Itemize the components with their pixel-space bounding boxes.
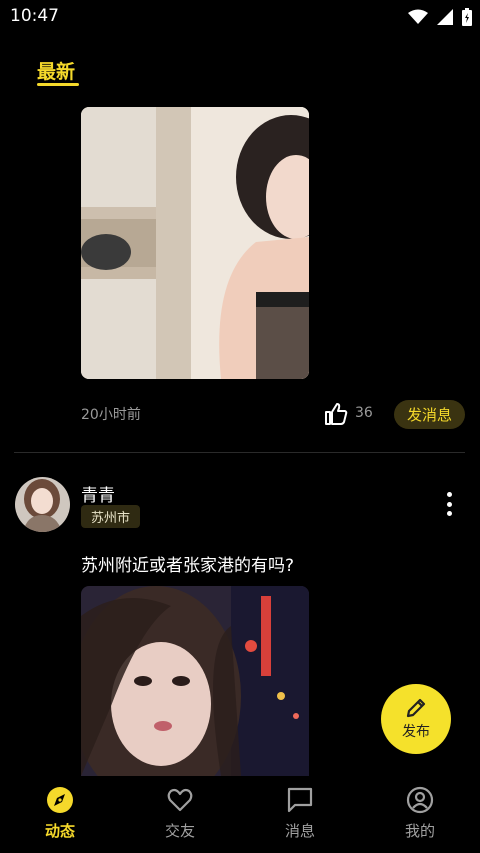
status-icons [408, 8, 472, 26]
nav-label: 消息 [284, 822, 315, 840]
post-image[interactable] [81, 107, 309, 379]
wifi-icon [408, 9, 428, 24]
more-dot-icon [446, 501, 452, 507]
nav-item-messages[interactable]: 消息 [240, 776, 360, 853]
bottom-nav: 动态 交友 消息 我的 [0, 776, 480, 853]
nav-label: 动态 [44, 822, 75, 840]
heart-icon [167, 788, 193, 812]
battery-icon [462, 8, 472, 26]
profile-icon [406, 786, 434, 814]
avatar[interactable] [15, 477, 70, 532]
like-button[interactable] [324, 402, 348, 426]
status-time: 10:47 [10, 6, 59, 26]
signal-icon [437, 9, 453, 25]
status-bar: 10:47 [0, 0, 480, 34]
nav-label: 交友 [164, 822, 195, 840]
more-dot-icon [446, 511, 452, 516]
username[interactable]: 青青 [81, 481, 115, 506]
nav-item-profile[interactable]: 我的 [360, 776, 480, 853]
thumbs-up-icon [325, 403, 348, 425]
divider [14, 452, 465, 453]
send-message-button[interactable]: 发消息 [394, 400, 465, 429]
nav-item-dynamics[interactable]: 动态 [0, 776, 120, 853]
compass-icon [47, 787, 73, 813]
pencil-icon [406, 698, 426, 718]
nav-label: 我的 [404, 822, 435, 840]
post-time: 20小时前 [81, 407, 141, 423]
publish-label: 发布 [402, 724, 430, 740]
post-image[interactable] [81, 586, 309, 776]
post-text: 苏州附近或者张家港的有吗? [81, 556, 295, 576]
more-options-button[interactable] [442, 490, 456, 518]
nav-item-friends[interactable]: 交友 [120, 776, 240, 853]
publish-button[interactable]: 发布 [381, 684, 451, 754]
more-dot-icon [446, 492, 452, 497]
tab-underline [37, 83, 79, 86]
message-icon [287, 787, 313, 813]
location-badge: 苏州市 [81, 505, 141, 528]
tab-latest[interactable]: 最新 [37, 57, 75, 84]
like-count: 36 [355, 405, 373, 421]
